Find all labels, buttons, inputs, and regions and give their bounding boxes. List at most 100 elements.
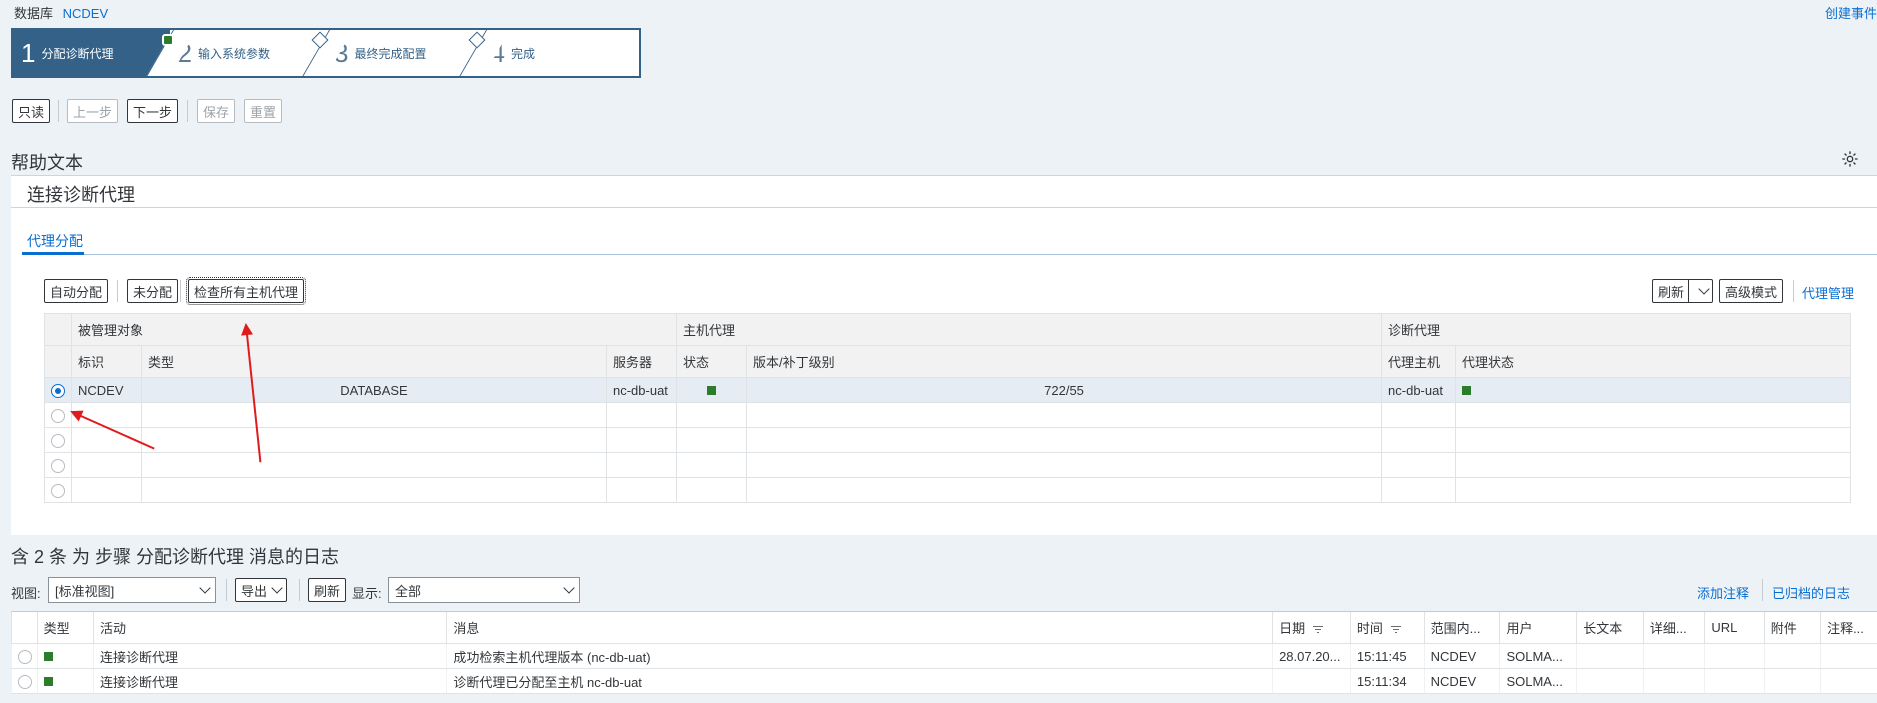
group-managed-objects: 被管理对象 [70, 313, 678, 346]
log-col-time[interactable]: 时间 [1349, 611, 1425, 644]
cell-type: DATABASE [141, 377, 607, 403]
toolbar-separator [299, 579, 300, 601]
log-col-date[interactable]: 日期 [1272, 611, 1351, 644]
log-col-attachment[interactable]: 附件 [1763, 611, 1821, 644]
row-select-radio[interactable] [51, 458, 65, 473]
toolbar-separator [1793, 280, 1794, 302]
group-header-row: 被管理对象 主机代理 诊断代理 [44, 313, 1852, 346]
log-col-note[interactable]: 注释... [1820, 611, 1877, 644]
table-row-empty[interactable] [44, 427, 1852, 453]
help-text-title: 帮助文本 [11, 153, 83, 173]
toolbar-separator [226, 579, 227, 601]
row-select-radio[interactable] [51, 383, 65, 398]
advanced-mode-button[interactable]: 高级模式 [1719, 279, 1784, 303]
save-button[interactable]: 保存 [197, 99, 236, 123]
col-version[interactable]: 版本/补丁级别 [746, 345, 1383, 378]
panel-title: 连接诊断代理 [27, 185, 135, 205]
log-cell-date: 28.07.20... [1272, 643, 1351, 669]
table-row-empty[interactable] [44, 452, 1852, 478]
col-status[interactable]: 状态 [676, 345, 748, 378]
check-all-host-agents-button[interactable]: 检查所有主机代理 [185, 277, 307, 305]
group-host-agent: 主机代理 [676, 313, 1383, 346]
group-diagnostic-agent: 诊断代理 [1381, 313, 1852, 346]
export-button[interactable]: 导出 [235, 578, 288, 602]
cell-version: 722/55 [746, 377, 1383, 403]
refresh-label: 刷新 [1658, 284, 1685, 300]
toolbar-separator [58, 100, 59, 122]
reset-button[interactable]: 重置 [244, 99, 283, 123]
log-row[interactable]: 连接诊断代理 诊断代理已分配至主机 nc-db-uat 15:11:34 NCD… [11, 668, 1877, 694]
create-incident-link[interactable]: 创建事件 [1825, 3, 1877, 22]
wizard-roadmap: 1 分配诊断代理 2 输入系统参数 3 最终完成配置 4 完成 [11, 28, 641, 78]
row-select-radio[interactable] [18, 674, 32, 689]
toolbar-separator [117, 280, 118, 302]
chevron-down-icon [199, 582, 211, 594]
prev-step-button[interactable]: 上一步 [67, 99, 119, 123]
chevron-down-icon [271, 582, 283, 594]
log-cell-time: 15:11:34 [1349, 668, 1425, 694]
col-type[interactable]: 类型 [141, 345, 607, 378]
col-agent-host[interactable]: 代理主机 [1381, 345, 1457, 378]
log-header-row: 类型 活动 消息 日期 时间 范围内... 用户 长文本 详细... URL 附… [11, 611, 1877, 644]
refresh-dropdown-icon[interactable] [1688, 280, 1712, 302]
view-select[interactable]: [标准视图] [48, 577, 216, 603]
archived-log-link[interactable]: 已归档的日志 [1772, 583, 1850, 602]
log-col-scope[interactable]: 范围内... [1423, 611, 1500, 644]
tab-active-indicator [22, 252, 84, 255]
auto-assign-button[interactable]: 自动分配 [44, 279, 109, 303]
toolbar-separator [1762, 579, 1763, 601]
log-cell-user: SOLMA... [1499, 668, 1577, 694]
agent-assignment-table: 被管理对象 主机代理 诊断代理 标识 类型 服务器 状态 版本/补丁级别 代理主… [44, 313, 1852, 503]
unassign-button[interactable]: 未分配 [127, 279, 179, 303]
success-status-icon [43, 651, 53, 661]
col-server[interactable]: 服务器 [605, 345, 678, 378]
log-col-user[interactable]: 用户 [1499, 611, 1577, 644]
log-cell-user: SOLMA... [1499, 643, 1577, 669]
wizard-step-3[interactable]: 3 最终完成配置 [326, 30, 512, 76]
log-cell-date [1272, 668, 1351, 694]
log-cell-time: 15:11:45 [1349, 643, 1425, 669]
log-col-detail[interactable]: 详细... [1642, 611, 1705, 644]
agent-admin-link[interactable]: 代理管理 [1802, 283, 1854, 302]
column-header-row: 标识 类型 服务器 状态 版本/补丁级别 代理主机 代理状态 [44, 345, 1852, 378]
col-id[interactable]: 标识 [71, 345, 142, 378]
table-row-empty[interactable] [44, 402, 1852, 428]
step-label: 最终完成配置 [354, 46, 427, 61]
log-row[interactable]: 连接诊断代理 成功检索主机代理版本 (nc-db-uat) 28.07.20..… [11, 643, 1877, 669]
filter-icon[interactable] [1390, 625, 1401, 634]
log-cell-message: 成功检索主机代理版本 (nc-db-uat) [446, 643, 1273, 669]
cell-agent-host: nc-db-uat [1381, 377, 1457, 403]
step-complete-icon [161, 34, 174, 46]
log-col-activity[interactable]: 活动 [92, 611, 447, 644]
wizard-step-1[interactable]: 1 分配诊断代理 [13, 30, 199, 76]
host-status-green-icon [707, 385, 717, 395]
show-select[interactable]: 全部 [388, 577, 580, 603]
log-col-url[interactable]: URL [1704, 611, 1765, 644]
table-row-empty[interactable] [44, 477, 1852, 503]
log-cell-activity: 连接诊断代理 [92, 668, 447, 694]
settings-gear-icon[interactable] [1841, 150, 1859, 168]
log-refresh-button[interactable]: 刷新 [308, 578, 347, 602]
row-select-radio[interactable] [51, 408, 65, 423]
success-status-icon [43, 676, 53, 686]
add-note-link[interactable]: 添加注释 [1697, 583, 1749, 602]
db-value-link[interactable]: NCDEV [63, 6, 109, 21]
refresh-button[interactable]: 刷新 [1652, 279, 1714, 303]
log-col-long-text[interactable]: 长文本 [1576, 611, 1644, 644]
agent-status-green-icon [1462, 385, 1472, 395]
next-step-button[interactable]: 下一步 [127, 99, 179, 123]
col-agent-status[interactable]: 代理状态 [1455, 345, 1852, 378]
row-select-radio[interactable] [51, 483, 65, 498]
log-col-type[interactable]: 类型 [36, 611, 94, 644]
log-cell-scope: NCDEV [1423, 643, 1500, 669]
row-select-radio[interactable] [18, 649, 32, 664]
step-label: 完成 [510, 46, 535, 61]
readonly-button[interactable]: 只读 [12, 99, 51, 123]
row-select-radio[interactable] [51, 433, 65, 448]
tab-agent-assignment[interactable]: 代理分配 [27, 231, 83, 251]
show-select-value: 全部 [395, 583, 422, 599]
filter-icon[interactable] [1313, 625, 1324, 634]
db-label: 数据库 [14, 6, 54, 21]
log-col-message[interactable]: 消息 [446, 611, 1273, 644]
table-row[interactable]: NCDEV DATABASE nc-db-uat 722/55 nc-db-ua… [44, 377, 1852, 403]
